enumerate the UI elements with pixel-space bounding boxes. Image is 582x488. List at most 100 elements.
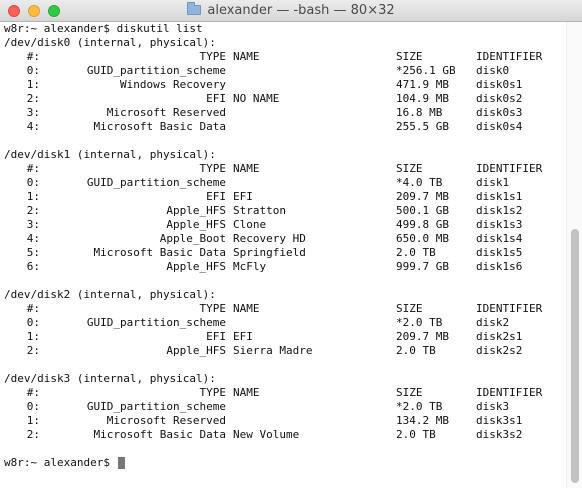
partition-identifier: disk3 — [476, 400, 510, 413]
header-type: TYPE — [199, 302, 227, 315]
terminal-output[interactable]: w8r:~ alexander$ diskutil list /dev/disk… — [0, 22, 566, 488]
partition-type: GUID_partition_scheme — [86, 176, 226, 189]
partition-size: 2.0 TB — [396, 344, 436, 357]
partition-name: McFly — [233, 260, 267, 273]
partition-number: 1: — [26, 330, 40, 343]
partition-identifier: disk1s1 — [476, 190, 523, 203]
title-bar[interactable]: alexander — -bash — 80×32 — [0, 0, 582, 22]
partition-type: Apple_HFS — [166, 344, 226, 357]
partition-name: Sierra Madre — [233, 344, 313, 357]
header-name: NAME — [233, 50, 260, 63]
partition-type: EFI — [206, 330, 226, 343]
disk-header: /dev/disk3 (internal, physical): — [4, 372, 216, 385]
partition-identifier: disk0s3 — [476, 106, 523, 119]
vertical-scrollbar[interactable] — [566, 22, 582, 488]
partition-identifier: disk1s6 — [476, 260, 523, 273]
partition-number: 0: — [26, 400, 40, 413]
partition-identifier: disk3s2 — [476, 428, 523, 441]
partition-identifier: disk0s1 — [476, 78, 523, 91]
partition-name: Clone — [233, 218, 267, 231]
partition-size: 255.5 GB — [396, 120, 449, 133]
header-type: TYPE — [199, 386, 227, 399]
disk-header: /dev/disk1 (internal, physical): — [4, 148, 216, 161]
partition-size: 209.7 MB — [396, 330, 449, 343]
partition-type: Windows Recovery — [120, 78, 226, 91]
partition-size: *256.1 GB — [396, 64, 456, 77]
header-size: SIZE — [396, 386, 423, 399]
partition-identifier: disk2s2 — [476, 344, 523, 357]
window-title: alexander — -bash — 80×32 — [207, 3, 395, 18]
header-size: SIZE — [396, 302, 423, 315]
header-num: #: — [26, 386, 40, 399]
text-cursor — [117, 457, 125, 469]
scrollbar-thumb[interactable] — [571, 229, 579, 483]
prompt: w8r:~ alexander$ — [4, 456, 117, 469]
header-size: SIZE — [396, 162, 423, 175]
partition-number: 1: — [26, 190, 40, 203]
partition-size: 499.8 GB — [396, 218, 449, 231]
partition-identifier: disk1 — [476, 176, 510, 189]
folder-icon — [187, 2, 202, 15]
terminal-window: alexander — -bash — 80×32 w8r:~ alexande… — [0, 0, 582, 488]
partition-type: Apple_HFS — [166, 260, 226, 273]
header-type: TYPE — [199, 50, 227, 63]
partition-identifier: disk1s4 — [476, 232, 523, 245]
partition-size: 2.0 TB — [396, 246, 436, 259]
partition-size: 471.9 MB — [396, 78, 449, 91]
partition-number: 2: — [26, 92, 40, 105]
partition-size: *2.0 TB — [396, 316, 443, 329]
partition-number: 0: — [26, 176, 40, 189]
partition-number: 2: — [26, 428, 40, 441]
partition-size: 500.1 GB — [396, 204, 449, 217]
partition-type: Microsoft Basic Data — [93, 246, 226, 259]
partition-number: 5: — [26, 246, 40, 259]
partition-identifier: disk1s2 — [476, 204, 523, 217]
header-name: NAME — [233, 386, 260, 399]
partition-type: GUID_partition_scheme — [86, 64, 226, 77]
partition-type: EFI — [206, 190, 226, 203]
partition-number: 1: — [26, 414, 40, 427]
partition-number: 3: — [26, 218, 40, 231]
partition-number: 2: — [26, 344, 40, 357]
header-num: #: — [26, 50, 40, 63]
partition-size: 134.2 MB — [396, 414, 449, 427]
partition-number: 4: — [26, 120, 40, 133]
partition-identifier: disk0 — [476, 64, 510, 77]
partition-name: New Volume — [233, 428, 300, 441]
partition-type: GUID_partition_scheme — [86, 316, 226, 329]
window-title-area: alexander — -bash — 80×32 — [0, 0, 582, 22]
header-identifier: IDENTIFIER — [476, 386, 543, 399]
partition-size: 209.7 MB — [396, 190, 449, 203]
partition-number: 0: — [26, 64, 40, 77]
partition-identifier: disk1s3 — [476, 218, 523, 231]
partition-size: 2.0 TB — [396, 428, 436, 441]
partition-identifier: disk0s2 — [476, 92, 523, 105]
prompt-line: w8r:~ alexander$ — [4, 456, 125, 470]
partition-number: 6: — [26, 260, 40, 273]
partition-type: Apple_Boot — [159, 232, 226, 245]
partition-number: 2: — [26, 204, 40, 217]
partition-size: 104.9 MB — [396, 92, 449, 105]
partition-number: 3: — [26, 106, 40, 119]
partition-name: Springfield — [233, 246, 306, 259]
partition-name: EFI — [233, 330, 253, 343]
disk-header: /dev/disk0 (internal, physical): — [4, 36, 216, 49]
partition-size: 650.0 MB — [396, 232, 449, 245]
partition-number: 0: — [26, 316, 40, 329]
partition-name: EFI — [233, 190, 253, 203]
partition-size: 16.8 MB — [396, 106, 443, 119]
header-num: #: — [26, 302, 40, 315]
partition-size: *2.0 TB — [396, 400, 443, 413]
partition-identifier: disk0s4 — [476, 120, 523, 133]
command-line: w8r:~ alexander$ diskutil list — [4, 22, 203, 35]
partition-type: Microsoft Basic Data — [93, 120, 226, 133]
partition-type: Microsoft Reserved — [106, 106, 226, 119]
partition-identifier: disk2 — [476, 316, 510, 329]
partition-number: 1: — [26, 78, 40, 91]
partition-type: Microsoft Reserved — [106, 414, 226, 427]
partition-identifier: disk3s1 — [476, 414, 523, 427]
header-size: SIZE — [396, 50, 423, 63]
partition-type: Apple_HFS — [166, 218, 226, 231]
partition-type: Apple_HFS — [166, 204, 226, 217]
disk-header: /dev/disk2 (internal, physical): — [4, 288, 216, 301]
